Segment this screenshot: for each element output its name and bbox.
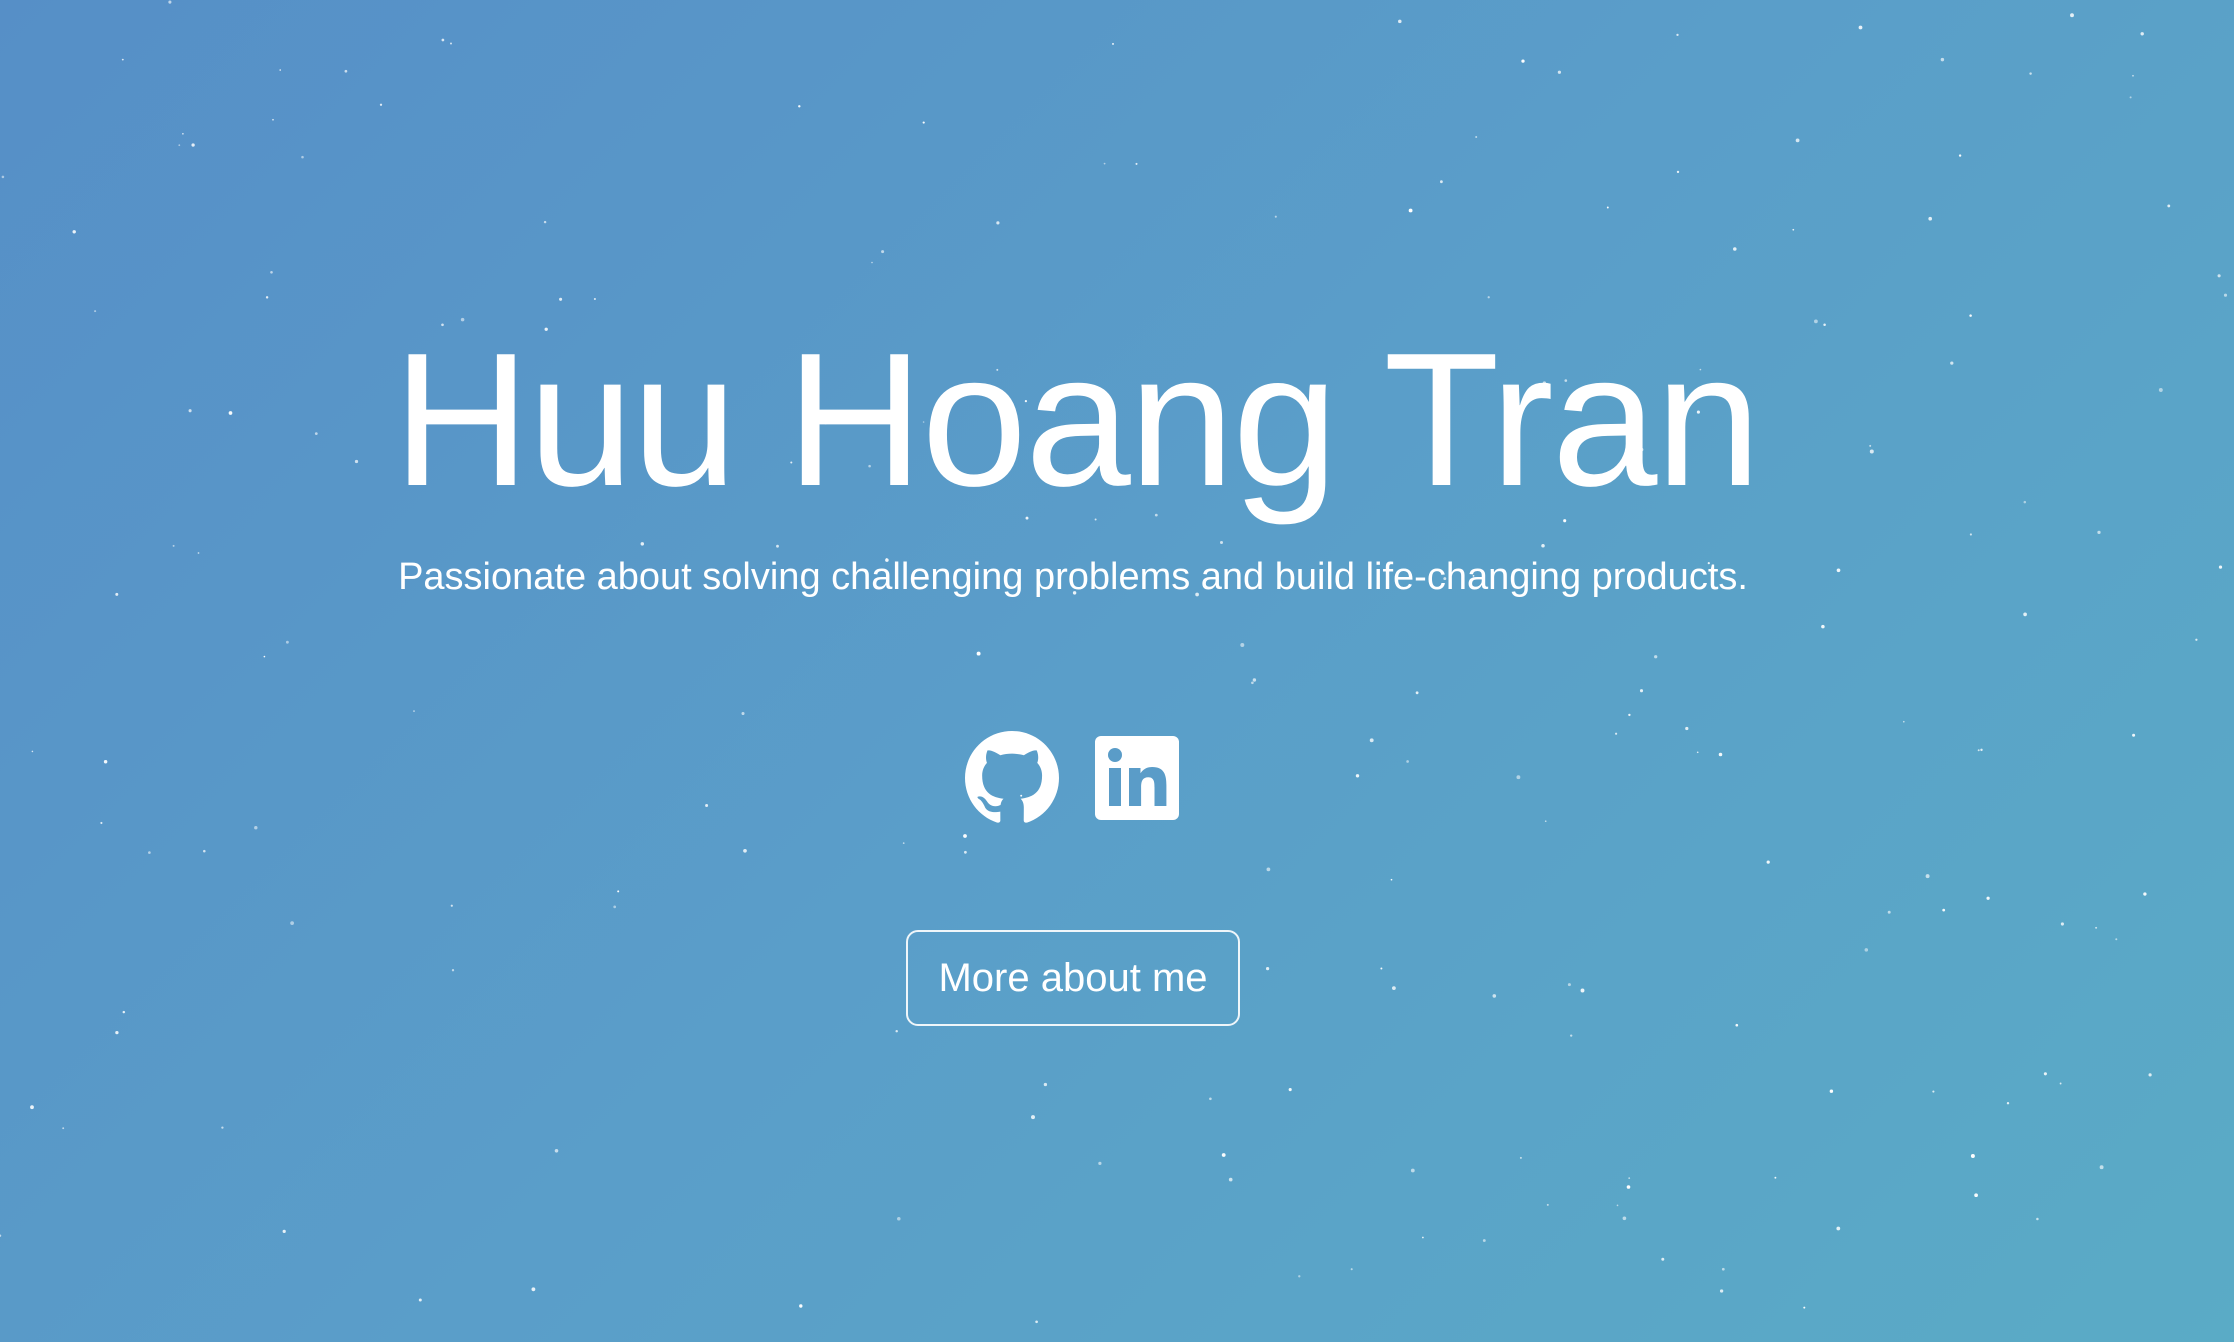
- github-icon: [965, 730, 1059, 823]
- github-link[interactable]: [965, 730, 1059, 825]
- hero-subtitle: Passionate about solving challenging pro…: [398, 556, 1748, 598]
- hero-section: Huu Hoang Tran Passionate about solving …: [0, 0, 2234, 1342]
- more-about-me-button[interactable]: More about me: [906, 930, 1240, 1026]
- linkedin-link[interactable]: [1093, 734, 1181, 822]
- hero-title: Huu Hoang Tran: [392, 314, 1761, 526]
- social-links: [965, 730, 1185, 825]
- linkedin-icon: [1095, 735, 1179, 820]
